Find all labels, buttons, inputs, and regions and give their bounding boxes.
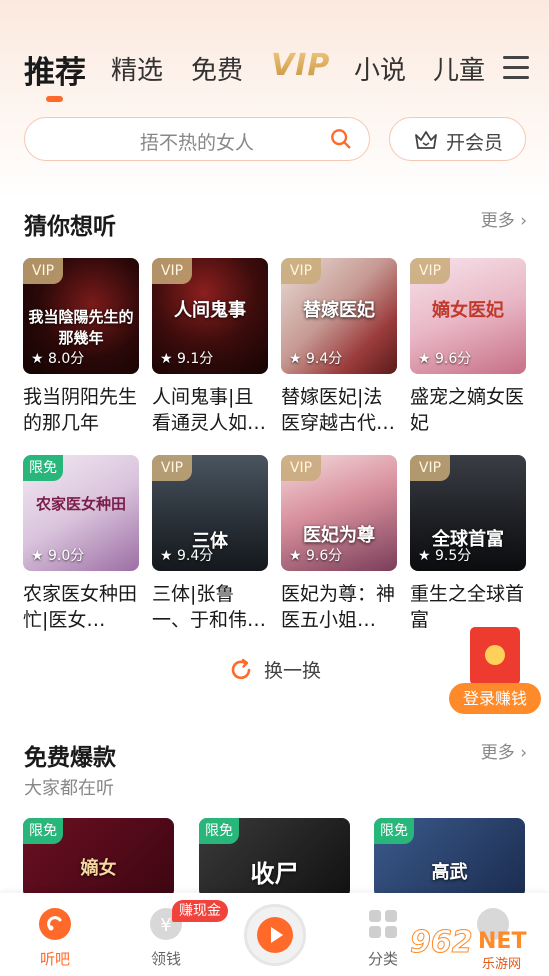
free-badge: 限免	[374, 818, 414, 844]
rating-score: ★ 9.1分	[160, 351, 214, 367]
section-title-guess: 猜你想听	[24, 214, 116, 240]
nav-category-label: 分类	[367, 950, 398, 968]
nav-earn-label: 领钱	[150, 950, 181, 968]
free-badge: 限免	[23, 455, 63, 481]
nav-category[interactable]: 分类	[348, 893, 418, 976]
nav-listen-label: 听吧	[39, 950, 70, 968]
book-cover: 人间鬼事 VIP ★ 9.1分	[152, 258, 268, 374]
category-tabs: 推荐 精选 免费 VIP 小说 儿童	[24, 47, 535, 102]
vip-badge: VIP	[281, 455, 321, 481]
player-button[interactable]	[244, 904, 306, 966]
vip-badge: VIP	[410, 258, 450, 284]
book-card[interactable]: 人间鬼事 VIP ★ 9.1分 人间鬼事|且看通灵人如…	[152, 258, 268, 436]
book-cover: 嫡女医妃 VIP ★ 9.6分	[410, 258, 526, 374]
listen-icon	[39, 908, 71, 940]
more-link-free[interactable]: 更多 ›	[481, 738, 527, 763]
site-watermark: 962 NET 乐游网	[410, 925, 527, 973]
book-title: 替嫁医妃|法医穿越古代…	[281, 386, 396, 434]
book-card[interactable]: 医妃为尊 VIP ★ 9.6分 医妃为尊：神医五小姐…	[281, 455, 397, 633]
book-cover: 医妃为尊 VIP ★ 9.6分	[281, 455, 397, 571]
vip-badge: VIP	[152, 455, 192, 481]
book-card[interactable]: 全球首富 VIP ★ 9.5分 重生之全球首富	[410, 455, 526, 633]
book-title: 重生之全球首富	[410, 583, 525, 631]
book-cover: 三体 VIP ★ 9.4分	[152, 455, 268, 571]
search-bar[interactable]: 捂不热的女人	[24, 117, 370, 161]
rating-score: ★ 9.5分	[418, 548, 472, 564]
rating-score: ★ 9.6分	[289, 548, 343, 564]
category-grid-icon	[369, 910, 397, 938]
login-earn-button[interactable]: 登录赚钱	[449, 683, 541, 714]
crown-icon	[415, 131, 437, 149]
book-card[interactable]: 替嫁医妃 VIP ★ 9.4分 替嫁医妃|法医穿越古代…	[281, 258, 397, 436]
section-title-free: 免费爆款	[24, 745, 116, 771]
rating-score: ★ 9.6分	[418, 351, 472, 367]
section-subtitle-free: 大家都在听	[24, 778, 114, 799]
refresh-icon	[231, 658, 251, 680]
rating-score: ★ 9.4分	[289, 351, 343, 367]
header-background	[0, 0, 549, 200]
vip-badge: VIP	[410, 455, 450, 481]
book-cover: 我当陰陽先生的那幾年 VIP ★ 8.0分	[23, 258, 139, 374]
search-icon[interactable]	[330, 128, 352, 150]
search-placeholder: 捂不热的女人	[139, 132, 254, 154]
refresh-button[interactable]: 换一换	[228, 656, 338, 684]
free-book-card[interactable]: 限免 收尸	[199, 818, 350, 898]
free-badge: 限免	[23, 818, 63, 844]
tab-active-indicator	[46, 96, 63, 102]
nav-listen[interactable]: 听吧	[20, 893, 90, 976]
play-icon	[257, 917, 293, 953]
open-membership-label: 开会员	[446, 132, 504, 154]
book-title: 我当阴阳先生的那几年	[23, 386, 138, 434]
vip-badge: VIP	[281, 258, 321, 284]
book-title: 三体|张鲁一、于和伟…	[152, 583, 267, 631]
svg-text:¥: ¥	[160, 915, 171, 936]
more-link-guess[interactable]: 更多 ›	[481, 206, 527, 231]
refresh-label: 换一换	[264, 660, 322, 682]
book-cover: 农家医女种田 限免 ★ 9.0分	[23, 455, 139, 571]
vip-badge: VIP	[152, 258, 192, 284]
book-title: 盛宠之嫡女医妃	[410, 386, 525, 434]
book-title: 医妃为尊：神医五小姐…	[281, 583, 396, 631]
rating-score: ★ 9.0分	[31, 548, 85, 564]
tab-free[interactable]: 免费	[191, 50, 243, 87]
tab-vip[interactable]: VIP	[271, 48, 330, 83]
earn-cash-badge: 赚现金	[172, 900, 228, 922]
book-cover: 全球首富 VIP ★ 9.5分	[410, 455, 526, 571]
book-title: 农家医女种田忙|医女…	[23, 583, 138, 631]
free-badge: 限免	[199, 818, 239, 844]
free-book-card[interactable]: 限免 高武	[374, 818, 525, 898]
book-title: 人间鬼事|且看通灵人如…	[152, 386, 267, 434]
book-card[interactable]: 我当陰陽先生的那幾年 VIP ★ 8.0分 我当阴阳先生的那几年	[23, 258, 139, 436]
book-card[interactable]: 嫡女医妃 VIP ★ 9.6分 盛宠之嫡女医妃	[410, 258, 526, 436]
free-book-card[interactable]: 限免 嫡女	[23, 818, 174, 898]
red-envelope-icon[interactable]	[470, 627, 520, 685]
tab-selected[interactable]: 精选	[111, 50, 163, 87]
tab-recommend[interactable]: 推荐	[24, 47, 86, 92]
rating-score: ★ 8.0分	[31, 351, 85, 367]
book-card[interactable]: 农家医女种田 限免 ★ 9.0分 农家医女种田忙|医女…	[23, 455, 139, 633]
book-cover: 替嫁医妃 VIP ★ 9.4分	[281, 258, 397, 374]
rating-score: ★ 9.4分	[160, 548, 214, 564]
book-card[interactable]: 三体 VIP ★ 9.4分 三体|张鲁一、于和伟…	[152, 455, 268, 633]
vip-badge: VIP	[23, 258, 63, 284]
open-membership-button[interactable]: 开会员	[389, 117, 526, 161]
menu-icon[interactable]	[503, 56, 529, 80]
tab-children[interactable]: 儿童	[433, 50, 485, 87]
tab-novel[interactable]: 小说	[354, 50, 406, 87]
